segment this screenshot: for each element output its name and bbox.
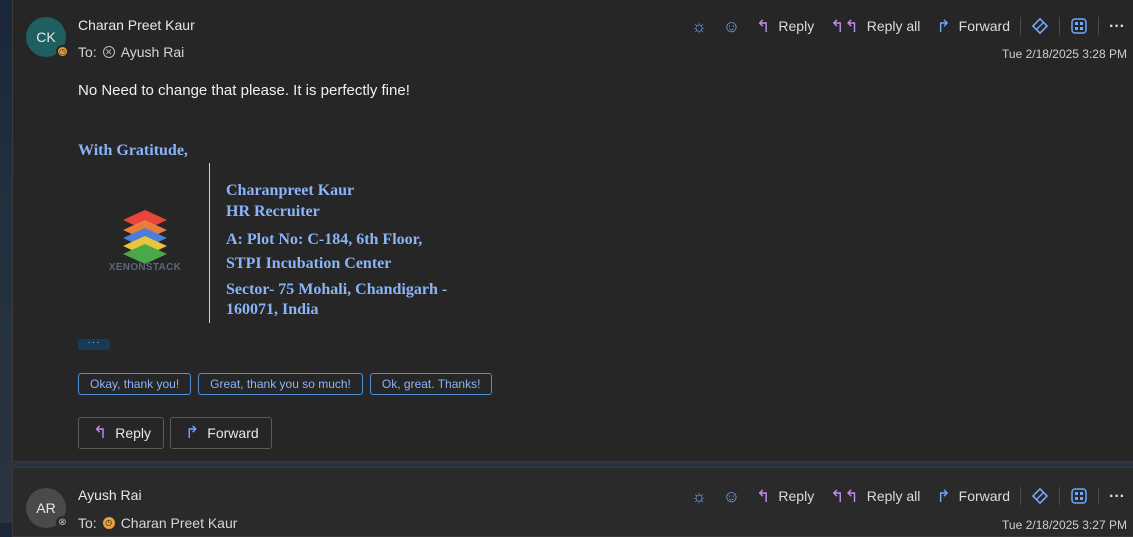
avatar[interactable]: AR ⊗ <box>26 488 69 529</box>
toolbar-divider <box>1098 17 1100 35</box>
signature-address-line: 160071, India <box>226 301 319 318</box>
reply-icon: ↰ <box>756 486 771 506</box>
avatar-initials: AR <box>36 500 56 516</box>
recipient-row: To: ◷ Charan Preet Kaur <box>78 515 237 531</box>
message-actions: ↰ Reply ↱ Forward <box>78 417 272 449</box>
message-toolbar: ☼ ☺ ↰ Reply ↰↰ Reply all ↱ Forward ··· <box>683 482 1133 510</box>
tag-button[interactable] <box>1023 12 1057 40</box>
toolbar-divider <box>1059 487 1061 505</box>
logo-wordmark: XENONSTACK <box>108 262 182 273</box>
tag-button[interactable] <box>1023 482 1057 510</box>
avatar[interactable]: CK ◷ <box>26 17 69 58</box>
forward-icon: ↱ <box>936 16 951 36</box>
show-more-button[interactable]: ··· <box>78 338 110 350</box>
reply-all-icon: ↰↰ <box>830 486 859 506</box>
forward-icon: ↱ <box>936 486 951 506</box>
apps-button[interactable] <box>1062 12 1096 40</box>
toolbar-divider <box>1098 487 1100 505</box>
suggested-reply-chip[interactable]: Great, thank you so much! <box>198 373 363 395</box>
recipient-name[interactable]: Charan Preet Kaur <box>121 515 238 531</box>
more-actions-button[interactable]: ··· <box>1101 12 1133 40</box>
reaction-button[interactable]: ☺ <box>715 12 748 40</box>
forward-icon: ↱ <box>185 423 200 442</box>
apps-button[interactable] <box>1062 482 1096 510</box>
smile-icon: ☺ <box>722 486 741 506</box>
timestamp: Tue 2/18/2025 3:27 PM <box>1002 518 1127 532</box>
apps-grid-icon <box>1071 18 1087 34</box>
forward-action-label: Forward <box>207 425 259 441</box>
more-icon: ··· <box>1109 487 1125 505</box>
tag-icon <box>1031 17 1049 35</box>
brightness-button[interactable]: ☼ <box>683 482 715 510</box>
sun-icon: ☼ <box>691 486 707 506</box>
reply-all-label: Reply all <box>866 18 921 34</box>
reply-all-label: Reply all <box>866 488 921 504</box>
apps-grid-icon <box>1071 488 1087 504</box>
signature-address-line: Sector- 75 Mohali, Chandigarh - <box>226 281 448 298</box>
signature-address-line: STPI Incubation Center <box>226 255 392 272</box>
toolbar-divider <box>1020 487 1022 505</box>
message-card-2: AR ⊗ Ayush Rai To: ◷ Charan Preet Kaur T… <box>12 467 1133 537</box>
presence-away-icon: ◷ <box>56 45 69 58</box>
signature-name: Charanpreet Kaur <box>226 182 355 199</box>
reply-icon: ↰ <box>756 16 771 36</box>
suggested-reply-chip[interactable]: Ok, great. Thanks! <box>369 373 493 395</box>
reply-label: Reply <box>778 18 815 34</box>
reaction-button[interactable]: ☺ <box>715 482 748 510</box>
recipient-name[interactable]: Ayush Rai <box>121 44 185 60</box>
message-body: No Need to change that please. It is per… <box>78 82 410 99</box>
avatar-initials: CK <box>36 29 56 45</box>
reply-action-label: Reply <box>115 425 152 441</box>
reply-all-button[interactable]: ↰↰ Reply all <box>822 482 928 510</box>
signature-divider <box>209 163 210 323</box>
signature-greeting: With Gratitude, <box>78 142 188 159</box>
presence-away-icon: ◷ <box>102 517 115 529</box>
toolbar-divider <box>1020 17 1022 35</box>
to-label: To: <box>78 515 97 531</box>
brightness-button[interactable]: ☼ <box>683 12 715 40</box>
to-label: To: <box>78 44 97 60</box>
message-toolbar: ☼ ☺ ↰ Reply ↰↰ Reply all ↱ Forward ··· <box>683 12 1133 40</box>
tag-icon <box>1031 487 1049 505</box>
reply-all-button[interactable]: ↰↰ Reply all <box>822 12 928 40</box>
toolbar-divider <box>1059 17 1061 35</box>
recipient-row: To: ✕ Ayush Rai <box>78 44 184 60</box>
more-actions-button[interactable]: ··· <box>1101 482 1133 510</box>
forward-button[interactable]: ↱ Forward <box>928 482 1018 510</box>
reply-action-button[interactable]: ↰ Reply <box>78 417 165 449</box>
forward-action-button[interactable]: ↱ Forward <box>170 417 272 449</box>
sender-name[interactable]: Charan Preet Kaur <box>78 17 195 33</box>
sun-icon: ☼ <box>691 16 707 36</box>
suggested-reply-chip[interactable]: Okay, thank you! <box>78 373 192 395</box>
presence-offline-icon: ✕ <box>102 46 115 58</box>
sender-name[interactable]: Ayush Rai <box>78 487 142 503</box>
more-icon: ··· <box>1109 17 1125 35</box>
timestamp: Tue 2/18/2025 3:28 PM <box>1002 47 1127 61</box>
reply-button[interactable]: ↰ Reply <box>748 12 822 40</box>
suggested-replies: Okay, thank you! Great, thank you so muc… <box>78 373 493 395</box>
forward-label: Forward <box>958 18 1011 34</box>
smile-icon: ☺ <box>722 16 741 36</box>
forward-button[interactable]: ↱ Forward <box>928 12 1018 40</box>
forward-label: Forward <box>958 488 1011 504</box>
reply-label: Reply <box>778 488 815 504</box>
reply-icon: ↰ <box>93 423 108 442</box>
signature-address-line: A: Plot No: C-184, 6th Floor, <box>226 231 423 248</box>
signature-title: HR Recruiter <box>226 203 320 220</box>
reply-all-icon: ↰↰ <box>830 16 859 36</box>
reply-button[interactable]: ↰ Reply <box>748 482 822 510</box>
message-card-1: CK ◷ Charan Preet Kaur To: ✕ Ayush Rai T… <box>12 0 1133 462</box>
